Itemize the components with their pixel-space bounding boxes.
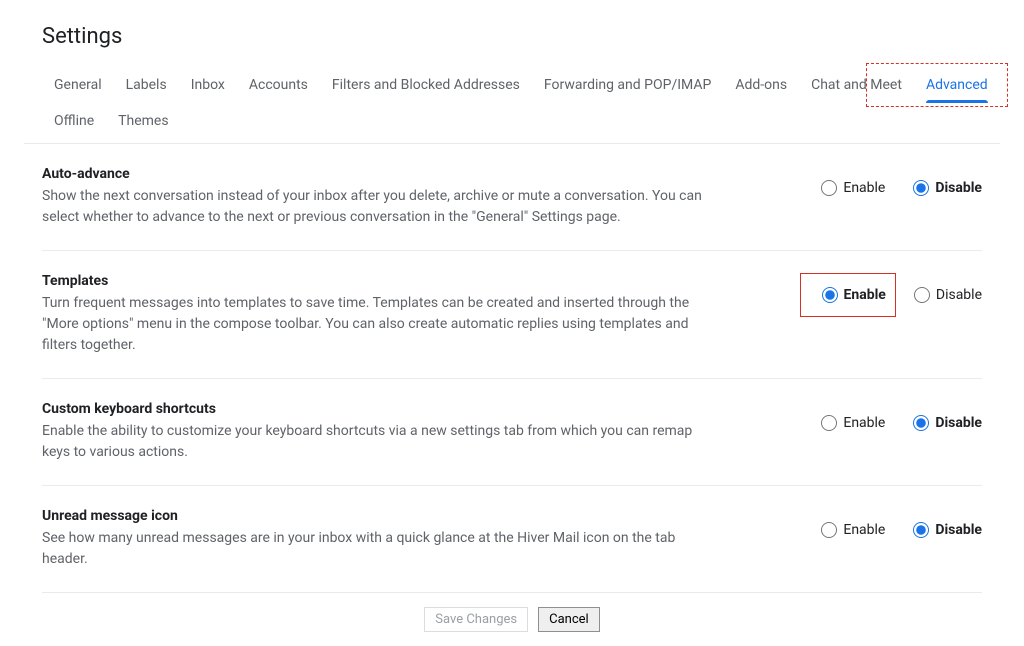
setting-title: Unread message icon <box>42 508 722 524</box>
radio-group: Enable Disable <box>822 273 982 303</box>
radio-enable[interactable]: Enable <box>821 415 885 431</box>
tab-general[interactable]: General <box>42 67 114 103</box>
radio-enable-input[interactable] <box>821 522 837 538</box>
tab-advanced[interactable]: Advanced <box>914 67 1000 103</box>
radio-enable[interactable]: Enable <box>821 522 885 538</box>
setting-desc: Turn frequent messages into templates to… <box>42 293 722 356</box>
radio-group: Enable Disable <box>821 401 982 431</box>
setting-text: Unread message icon See how many unread … <box>42 508 742 570</box>
settings-tabs: General Labels Inbox Accounts Filters an… <box>42 67 1000 139</box>
radio-disable-label: Disable <box>935 415 982 431</box>
setting-title: Templates <box>42 273 722 289</box>
radio-disable-label: Disable <box>935 180 982 196</box>
setting-text: Auto-advance Show the next conversation … <box>42 166 742 228</box>
setting-auto-advance: Auto-advance Show the next conversation … <box>42 144 982 251</box>
setting-title: Custom keyboard shortcuts <box>42 401 722 417</box>
settings-page: Settings General Labels Inbox Accounts F… <box>0 0 1024 646</box>
settings-body: Auto-advance Show the next conversation … <box>24 144 1000 646</box>
radio-enable-label: Enable <box>844 287 886 303</box>
tab-accounts[interactable]: Accounts <box>237 67 320 103</box>
tab-themes[interactable]: Themes <box>106 103 180 139</box>
setting-unread-icon: Unread message icon See how many unread … <box>42 486 982 593</box>
radio-disable[interactable]: Disable <box>913 415 982 431</box>
setting-text: Templates Turn frequent messages into te… <box>42 273 742 356</box>
tab-inbox[interactable]: Inbox <box>179 67 237 103</box>
tab-offline[interactable]: Offline <box>42 103 106 139</box>
setting-desc: Show the next conversation instead of yo… <box>42 186 722 228</box>
radio-disable-input[interactable] <box>913 522 929 538</box>
setting-custom-shortcuts: Custom keyboard shortcuts Enable the abi… <box>42 379 982 486</box>
tab-filters[interactable]: Filters and Blocked Addresses <box>320 67 532 103</box>
setting-title: Auto-advance <box>42 166 722 182</box>
setting-desc: Enable the ability to customize your key… <box>42 421 722 463</box>
radio-enable-input[interactable] <box>822 287 838 303</box>
radio-enable-input[interactable] <box>821 415 837 431</box>
radio-enable-label: Enable <box>843 415 885 431</box>
radio-group: Enable Disable <box>821 508 982 538</box>
radio-group: Enable Disable <box>821 166 982 196</box>
radio-disable-label: Disable <box>936 287 982 303</box>
radio-disable[interactable]: Disable <box>913 522 982 538</box>
radio-disable-input[interactable] <box>913 180 929 196</box>
radio-enable-label: Enable <box>843 522 885 538</box>
setting-templates: Templates Turn frequent messages into te… <box>42 251 982 379</box>
save-button[interactable]: Save Changes <box>424 607 528 632</box>
page-title: Settings <box>42 24 1000 49</box>
cancel-button[interactable]: Cancel <box>538 607 600 632</box>
setting-text: Custom keyboard shortcuts Enable the abi… <box>42 401 742 463</box>
radio-enable-label: Enable <box>843 180 885 196</box>
tab-addons[interactable]: Add-ons <box>723 67 799 103</box>
radio-enable[interactable]: Enable <box>821 180 885 196</box>
tab-labels[interactable]: Labels <box>114 67 179 103</box>
radio-disable[interactable]: Disable <box>913 180 982 196</box>
radio-disable-input[interactable] <box>913 415 929 431</box>
radio-disable-label: Disable <box>935 522 982 538</box>
tab-chat[interactable]: Chat and Meet <box>799 67 914 103</box>
setting-desc: See how many unread messages are in your… <box>42 528 722 570</box>
radio-enable-input[interactable] <box>821 180 837 196</box>
radio-disable-input[interactable] <box>914 287 930 303</box>
tab-forwarding[interactable]: Forwarding and POP/IMAP <box>532 67 723 103</box>
radio-enable[interactable]: Enable <box>822 287 886 303</box>
radio-disable[interactable]: Disable <box>914 287 982 303</box>
buttons-row: Save Changes Cancel <box>42 593 982 646</box>
